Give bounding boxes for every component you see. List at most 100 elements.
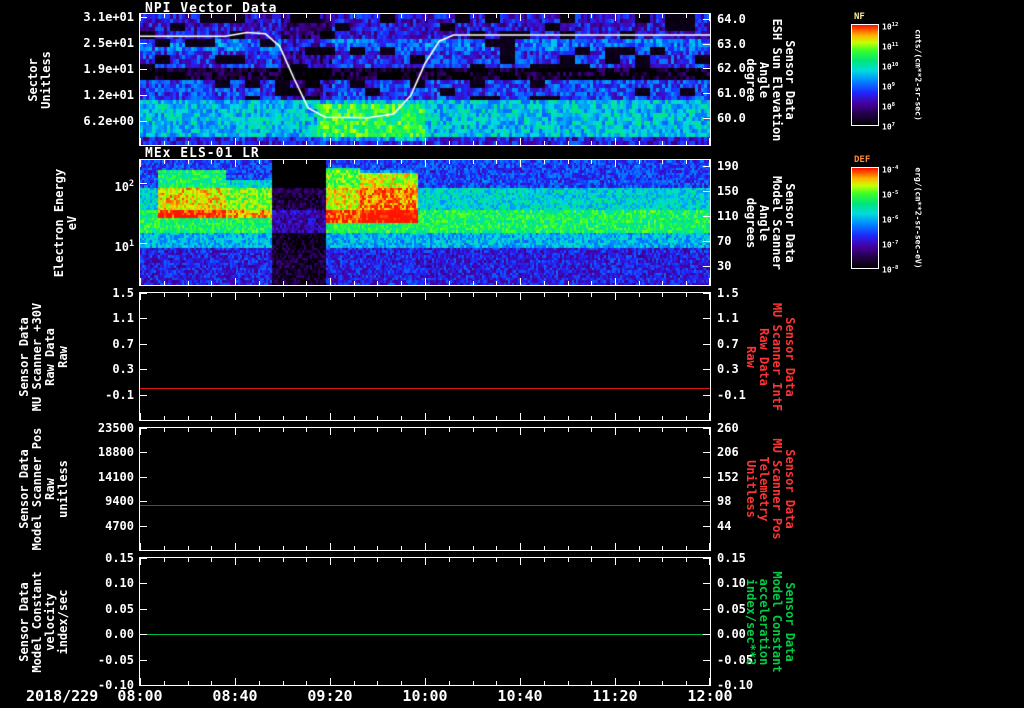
exponent: 12	[891, 22, 899, 28]
tick-mark	[283, 546, 284, 550]
tick-mark	[703, 293, 710, 294]
axis-title-line: MU Scanner Pos	[770, 438, 784, 540]
axis-title-line: ESH Sun Elevation	[770, 18, 784, 141]
tick-mark	[140, 369, 147, 370]
tick-mark	[520, 558, 521, 565]
tick-mark	[449, 141, 450, 145]
y-tick-label: 0.15	[717, 551, 746, 565]
tick-mark	[703, 452, 710, 453]
tick-mark	[520, 160, 521, 167]
y-tick-label: 0.05	[105, 601, 134, 616]
exponent: 9	[891, 82, 896, 88]
axis-title-line: Sensor Data	[783, 182, 797, 263]
y-tick-label: 0.3	[717, 362, 739, 377]
tick-mark	[306, 281, 307, 285]
tick-mark	[639, 141, 640, 145]
y-tick-label: 63.0	[717, 36, 746, 51]
tick-mark	[188, 681, 189, 685]
tick-mark	[709, 543, 710, 550]
tick-mark	[568, 141, 569, 145]
tick-mark	[140, 138, 141, 145]
tick-mark	[140, 69, 147, 70]
colorbar-tick-label: 109	[882, 82, 896, 92]
tick-mark	[591, 14, 592, 18]
tick-mark	[615, 543, 616, 550]
tick-mark	[211, 546, 212, 550]
axis-title-line: Telemetry	[757, 456, 771, 522]
y-tick-label: 61.0	[717, 86, 746, 101]
tick-mark	[686, 281, 687, 285]
tick-mark	[686, 416, 687, 420]
tick-mark	[330, 293, 331, 300]
colorbar-title-DEF: DEF	[854, 155, 871, 165]
tick-mark	[235, 278, 236, 285]
tick-mark	[211, 293, 212, 297]
tick-mark	[591, 546, 592, 550]
exponent: -8	[891, 265, 899, 271]
tick-mark	[188, 141, 189, 145]
tick-mark	[140, 293, 147, 294]
tick-mark	[330, 543, 331, 550]
tick-mark	[703, 428, 710, 429]
tick-mark	[377, 428, 378, 432]
y-tick-label: 18800	[97, 445, 134, 460]
tick-mark	[709, 428, 710, 435]
tick-mark	[140, 395, 147, 396]
tick-mark	[140, 678, 141, 685]
y-tick-label: 0.00	[105, 627, 134, 642]
tick-mark	[283, 558, 284, 562]
axis-title-line: MU Scanner IntF	[770, 302, 784, 411]
tick-mark	[306, 428, 307, 432]
tick-mark	[496, 416, 497, 420]
tick-mark	[140, 17, 147, 18]
left-axis-title-3: Sensor Data MU Scanner +30V Raw Data Raw	[17, 302, 70, 410]
tick-mark	[703, 166, 710, 167]
tick-mark	[354, 293, 355, 297]
tick-mark	[235, 428, 236, 435]
tick-mark	[306, 681, 307, 685]
tick-mark	[354, 558, 355, 562]
tick-mark	[306, 558, 307, 562]
tick-mark	[520, 278, 521, 285]
tick-mark	[662, 293, 663, 297]
tick-mark	[568, 160, 569, 164]
tick-mark	[473, 428, 474, 432]
axis-title-line: Model Constant	[770, 570, 784, 673]
exponent: 11	[891, 42, 899, 48]
tick-mark	[283, 428, 284, 432]
axis-title-line: index/sec**2	[744, 578, 758, 665]
panel-frame-1	[139, 13, 711, 146]
colorbar-tick-label: 108	[882, 102, 896, 112]
tick-mark	[140, 609, 147, 610]
tick-mark	[709, 413, 710, 420]
tick-mark	[662, 428, 663, 432]
tick-mark	[662, 14, 663, 18]
tick-mark	[686, 160, 687, 164]
tick-mark	[306, 141, 307, 145]
tick-mark	[473, 293, 474, 297]
y-tick-label: 23500	[97, 421, 134, 435]
panel-frame-3	[139, 292, 711, 421]
tick-mark	[354, 428, 355, 432]
tick-mark	[639, 281, 640, 285]
right-axis-title-5: Sensor Data Model Constant acceleration ind…	[744, 570, 797, 673]
tick-mark	[496, 160, 497, 164]
tick-mark	[568, 558, 569, 562]
tick-mark	[520, 543, 521, 550]
tick-mark	[354, 160, 355, 164]
tick-mark	[377, 681, 378, 685]
tick-mark	[686, 293, 687, 297]
tick-mark	[377, 293, 378, 297]
axis-title-line: Raw	[744, 345, 758, 368]
tick-mark	[283, 293, 284, 297]
right-axis-title-4: Sensor Data MU Scanner Pos Telemetry Unitle…	[744, 438, 797, 540]
tick-mark	[703, 477, 710, 478]
tick-mark	[615, 160, 616, 167]
tick-mark	[235, 413, 236, 420]
tick-mark	[140, 121, 147, 122]
tick-mark	[591, 428, 592, 432]
tick-mark	[401, 14, 402, 18]
tick-mark	[140, 526, 147, 527]
tick-mark	[259, 681, 260, 685]
tick-mark	[377, 558, 378, 562]
